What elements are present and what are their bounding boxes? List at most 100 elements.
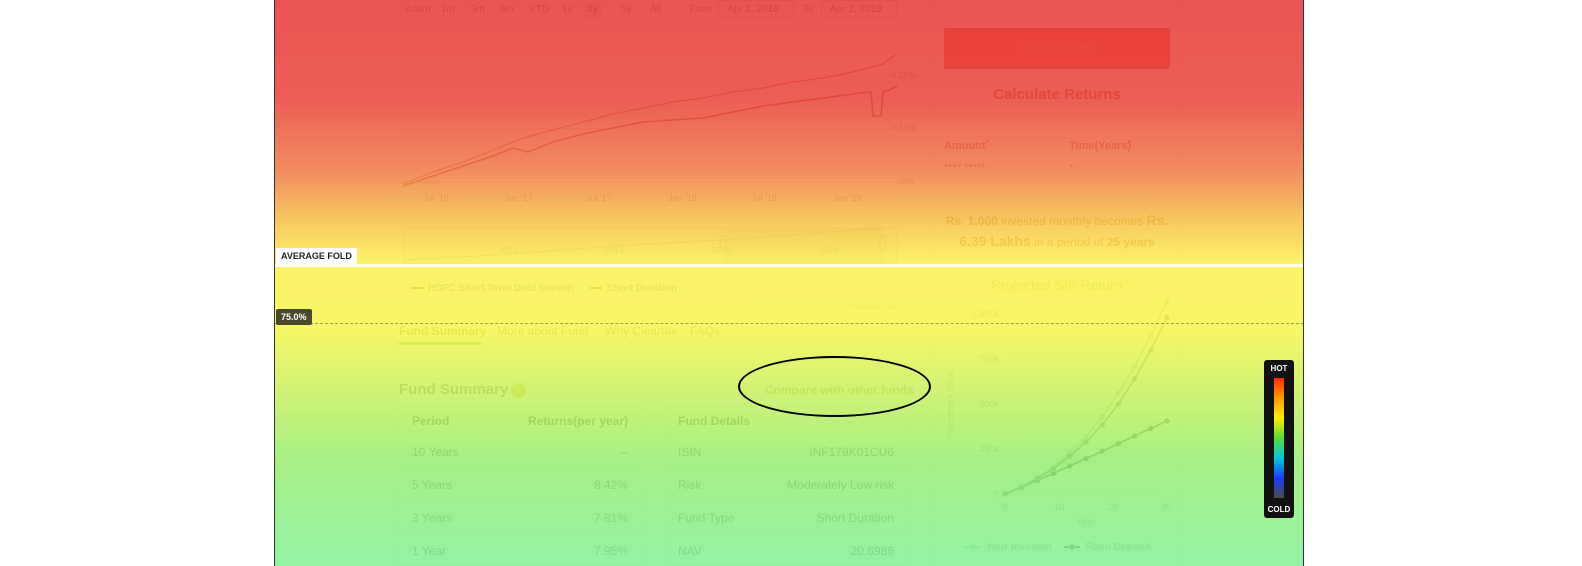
page-content: Zoom 1m 3m 6m YTD 1y 3y 5y All From Apr … [275, 0, 1304, 566]
info-icon[interactable] [511, 383, 526, 398]
required-asterisk: * [986, 138, 990, 148]
zoom-3m-button[interactable]: 3m [467, 2, 489, 18]
zoom-label: Zoom [405, 4, 431, 15]
scroll-percent-label: 75.0% [276, 309, 312, 325]
navigator-range-window[interactable] [723, 228, 883, 264]
sip-data-point [1148, 425, 1154, 432]
average-fold-line [275, 264, 1304, 267]
from-date-input[interactable]: Apr 2, 2016 [718, 0, 794, 18]
sip-projection-chart: 0 250k 500k 750k 1,000k 0 10 20 30 Year Investment… [945, 298, 1172, 553]
x-tick-label: Jul '18 [751, 193, 777, 203]
result-text: in a period of [1030, 235, 1107, 249]
zoom-ytd-button[interactable]: YTD [525, 2, 553, 18]
navigator-year: 2014 [604, 245, 624, 255]
result-text: invested monthly becomes [997, 214, 1147, 228]
sip-data-point [1099, 414, 1105, 420]
sip-y-tick-label: 0 [994, 489, 999, 499]
invest-now-button[interactable]: INVEST NOW [944, 28, 1170, 69]
hdfc-short-term-debt-line [402, 85, 898, 187]
tab-fund-summary[interactable]: Fund Summary [399, 324, 486, 338]
sip-data-point [1132, 376, 1138, 382]
from-label: From [689, 4, 713, 15]
table-row: Fund Type Short Duration [665, 503, 907, 533]
sip-data-point [1099, 448, 1105, 454]
page-border-right [1303, 0, 1304, 566]
sip-y-tick-label: 500k [979, 399, 999, 409]
sip-y-tick-label: 250k [979, 444, 999, 454]
to-date-input[interactable]: Apr 2, 2019 [821, 0, 897, 18]
zoom-all-button[interactable]: All [646, 2, 665, 18]
sip-data-point [1115, 401, 1121, 407]
result-years: 25 years [1106, 235, 1155, 249]
short-duration-line [402, 53, 898, 185]
period-cell: 10 Years [412, 445, 459, 459]
time-years-input[interactable]: * [1069, 158, 1169, 185]
sip-data-point [1067, 463, 1073, 469]
column-header: Period [412, 414, 450, 428]
period-cell: 3 Years [412, 511, 453, 525]
sip-data-point [1164, 418, 1170, 424]
chart-credit[interactable]: Highcharts.com [849, 304, 898, 311]
sip-x-tick-label: 0 [1002, 502, 1007, 512]
sip-data-point [1067, 453, 1073, 459]
calculate-returns-title: Calculate Returns [993, 86, 1121, 103]
sip-data-point [1083, 433, 1089, 439]
time-years-label: Time(Years) [1069, 140, 1132, 152]
sip-legend-fixed-deposit: Fixed Deposit [1085, 542, 1151, 553]
detail-value: Moderately Low risk [787, 478, 894, 492]
sip-x-tick-label: 10 [1054, 502, 1064, 512]
sip-data-point [1164, 315, 1170, 321]
sip-data-point [1051, 470, 1057, 476]
zoom-6m-button[interactable]: 6m [496, 2, 518, 18]
sip-data-point [1148, 333, 1154, 339]
detail-label: ISIN [678, 445, 702, 459]
zoom-5y-button[interactable]: 5y [617, 2, 636, 18]
sip-data-point [1002, 491, 1008, 497]
x-tick-label: Jan '18 [668, 193, 697, 203]
sip-series-line [1004, 317, 1168, 495]
legend-item-short-duration[interactable]: Short Duration [607, 283, 677, 294]
navigator-year: 2013 [498, 245, 518, 255]
sip-data-point [1148, 347, 1154, 353]
period-cell: 1 Year [412, 544, 447, 558]
percent-line [275, 323, 1304, 324]
nav-performance-chart: + 20% + 10% 0% Jul '16 Jan '17 Jul '17 J… [402, 53, 917, 311]
sip-x-tick-label: 20 [1108, 502, 1118, 512]
y-tick-label: + 20% [891, 70, 917, 80]
sip-data-point [1115, 441, 1121, 447]
tab-faqs[interactable]: FAQs [690, 324, 720, 338]
legend-gradient-bar [1274, 378, 1284, 498]
active-tab-underline [399, 342, 481, 345]
required-asterisk: * [1128, 138, 1132, 148]
detail-label: NAV [678, 544, 702, 558]
to-label: To [803, 4, 814, 15]
tab-why-cleartax[interactable]: Why Cleartax [605, 324, 677, 338]
sip-chart-title: Projected SIP Return [991, 277, 1123, 293]
returns-cell: 7.95% [593, 544, 628, 558]
zoom-1y-button[interactable]: 1y [558, 2, 577, 18]
detail-value: INF179K01CU6 [809, 445, 894, 459]
y-tick-label: + 10% [891, 123, 917, 133]
sip-y-axis-title: Investment Value [945, 370, 955, 439]
period-cell: 5 Years [412, 478, 453, 492]
zoom-3y-button[interactable]: 3y [583, 2, 603, 18]
legend-hot-label: HOT [1270, 364, 1288, 373]
sip-y-tick-label: 1,000k [972, 309, 1000, 319]
y-tick-label: 0% [901, 176, 914, 186]
amount-input[interactable]: **** ***** [944, 158, 1054, 185]
returns-cell: 8.42% [593, 478, 628, 492]
table-row: NAV 20.6986 [665, 536, 907, 566]
tab-more-about-fund[interactable]: More about Fund [497, 324, 588, 338]
detail-value: Short Duration [816, 511, 894, 525]
table-row: 1 Year 7.95% [399, 536, 641, 566]
table-row: ISIN INF179K01CU6 [665, 437, 907, 467]
sip-data-point [1083, 439, 1089, 445]
sip-series-line [1004, 301, 1168, 495]
legend-item-hdfc[interactable]: HDFC Short Term Debt Growth [428, 283, 574, 294]
navigator-year: 2018 [818, 245, 838, 255]
x-tick-label: Jan '19 [833, 193, 862, 203]
x-tick-label: Jan '17 [504, 193, 533, 203]
zoom-1m-button[interactable]: 1m [437, 2, 459, 18]
navigator-right-handle[interactable] [879, 235, 887, 249]
sip-y-tick-label: 750k [979, 354, 999, 364]
